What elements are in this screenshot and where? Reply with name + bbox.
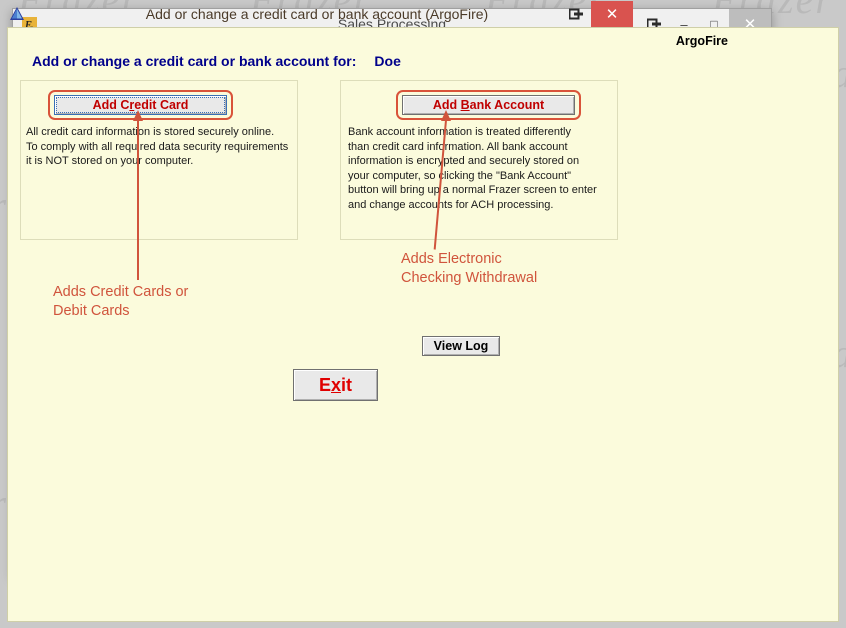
credit-card-panel-text: All credit card information is stored se…	[26, 126, 289, 167]
view-log-button[interactable]: View Log	[422, 336, 500, 356]
bank-account-panel-text: Bank account information is treated diff…	[348, 126, 597, 211]
credit-card-annotation-arrow-line	[137, 120, 139, 280]
exit-button[interactable]: Exit	[293, 369, 378, 401]
credit-card-body: ArgoFire Add or change a credit card or …	[7, 27, 839, 622]
credit-card-bank-account-window[interactable]: Add or change a credit card or bank acco…	[0, 0, 839, 622]
exit-label: Exit	[318, 374, 353, 395]
frazer-triangle-icon	[8, 5, 26, 23]
close-button[interactable]: ✕	[591, 1, 633, 27]
credit-card-heading-prefix: Add or change a credit card or bank acco…	[32, 53, 357, 69]
credit-card-annotation-text: Adds Credit Cards or Debit Cards	[53, 284, 189, 319]
credit-card-annotation-arrow-head	[133, 110, 143, 121]
bank-account-annotation-text: Adds Electronic Checking Withdrawal	[401, 251, 538, 286]
restore-down-icon[interactable]	[561, 1, 591, 27]
argofire-brand-label: ArgoFire	[675, 34, 728, 48]
credit-card-heading: Add or change a credit card or bank acco…	[32, 53, 401, 69]
credit-card-heading-name: Doe	[374, 53, 401, 69]
credit-card-titlebar[interactable]: Add or change a credit card or bank acco…	[1, 1, 633, 27]
credit-card-title: Add or change a credit card or bank acco…	[145, 6, 489, 22]
add-bank-account-button[interactable]: Add Bank Account	[402, 95, 575, 115]
bank-account-annotation-arrow-head	[441, 110, 451, 121]
